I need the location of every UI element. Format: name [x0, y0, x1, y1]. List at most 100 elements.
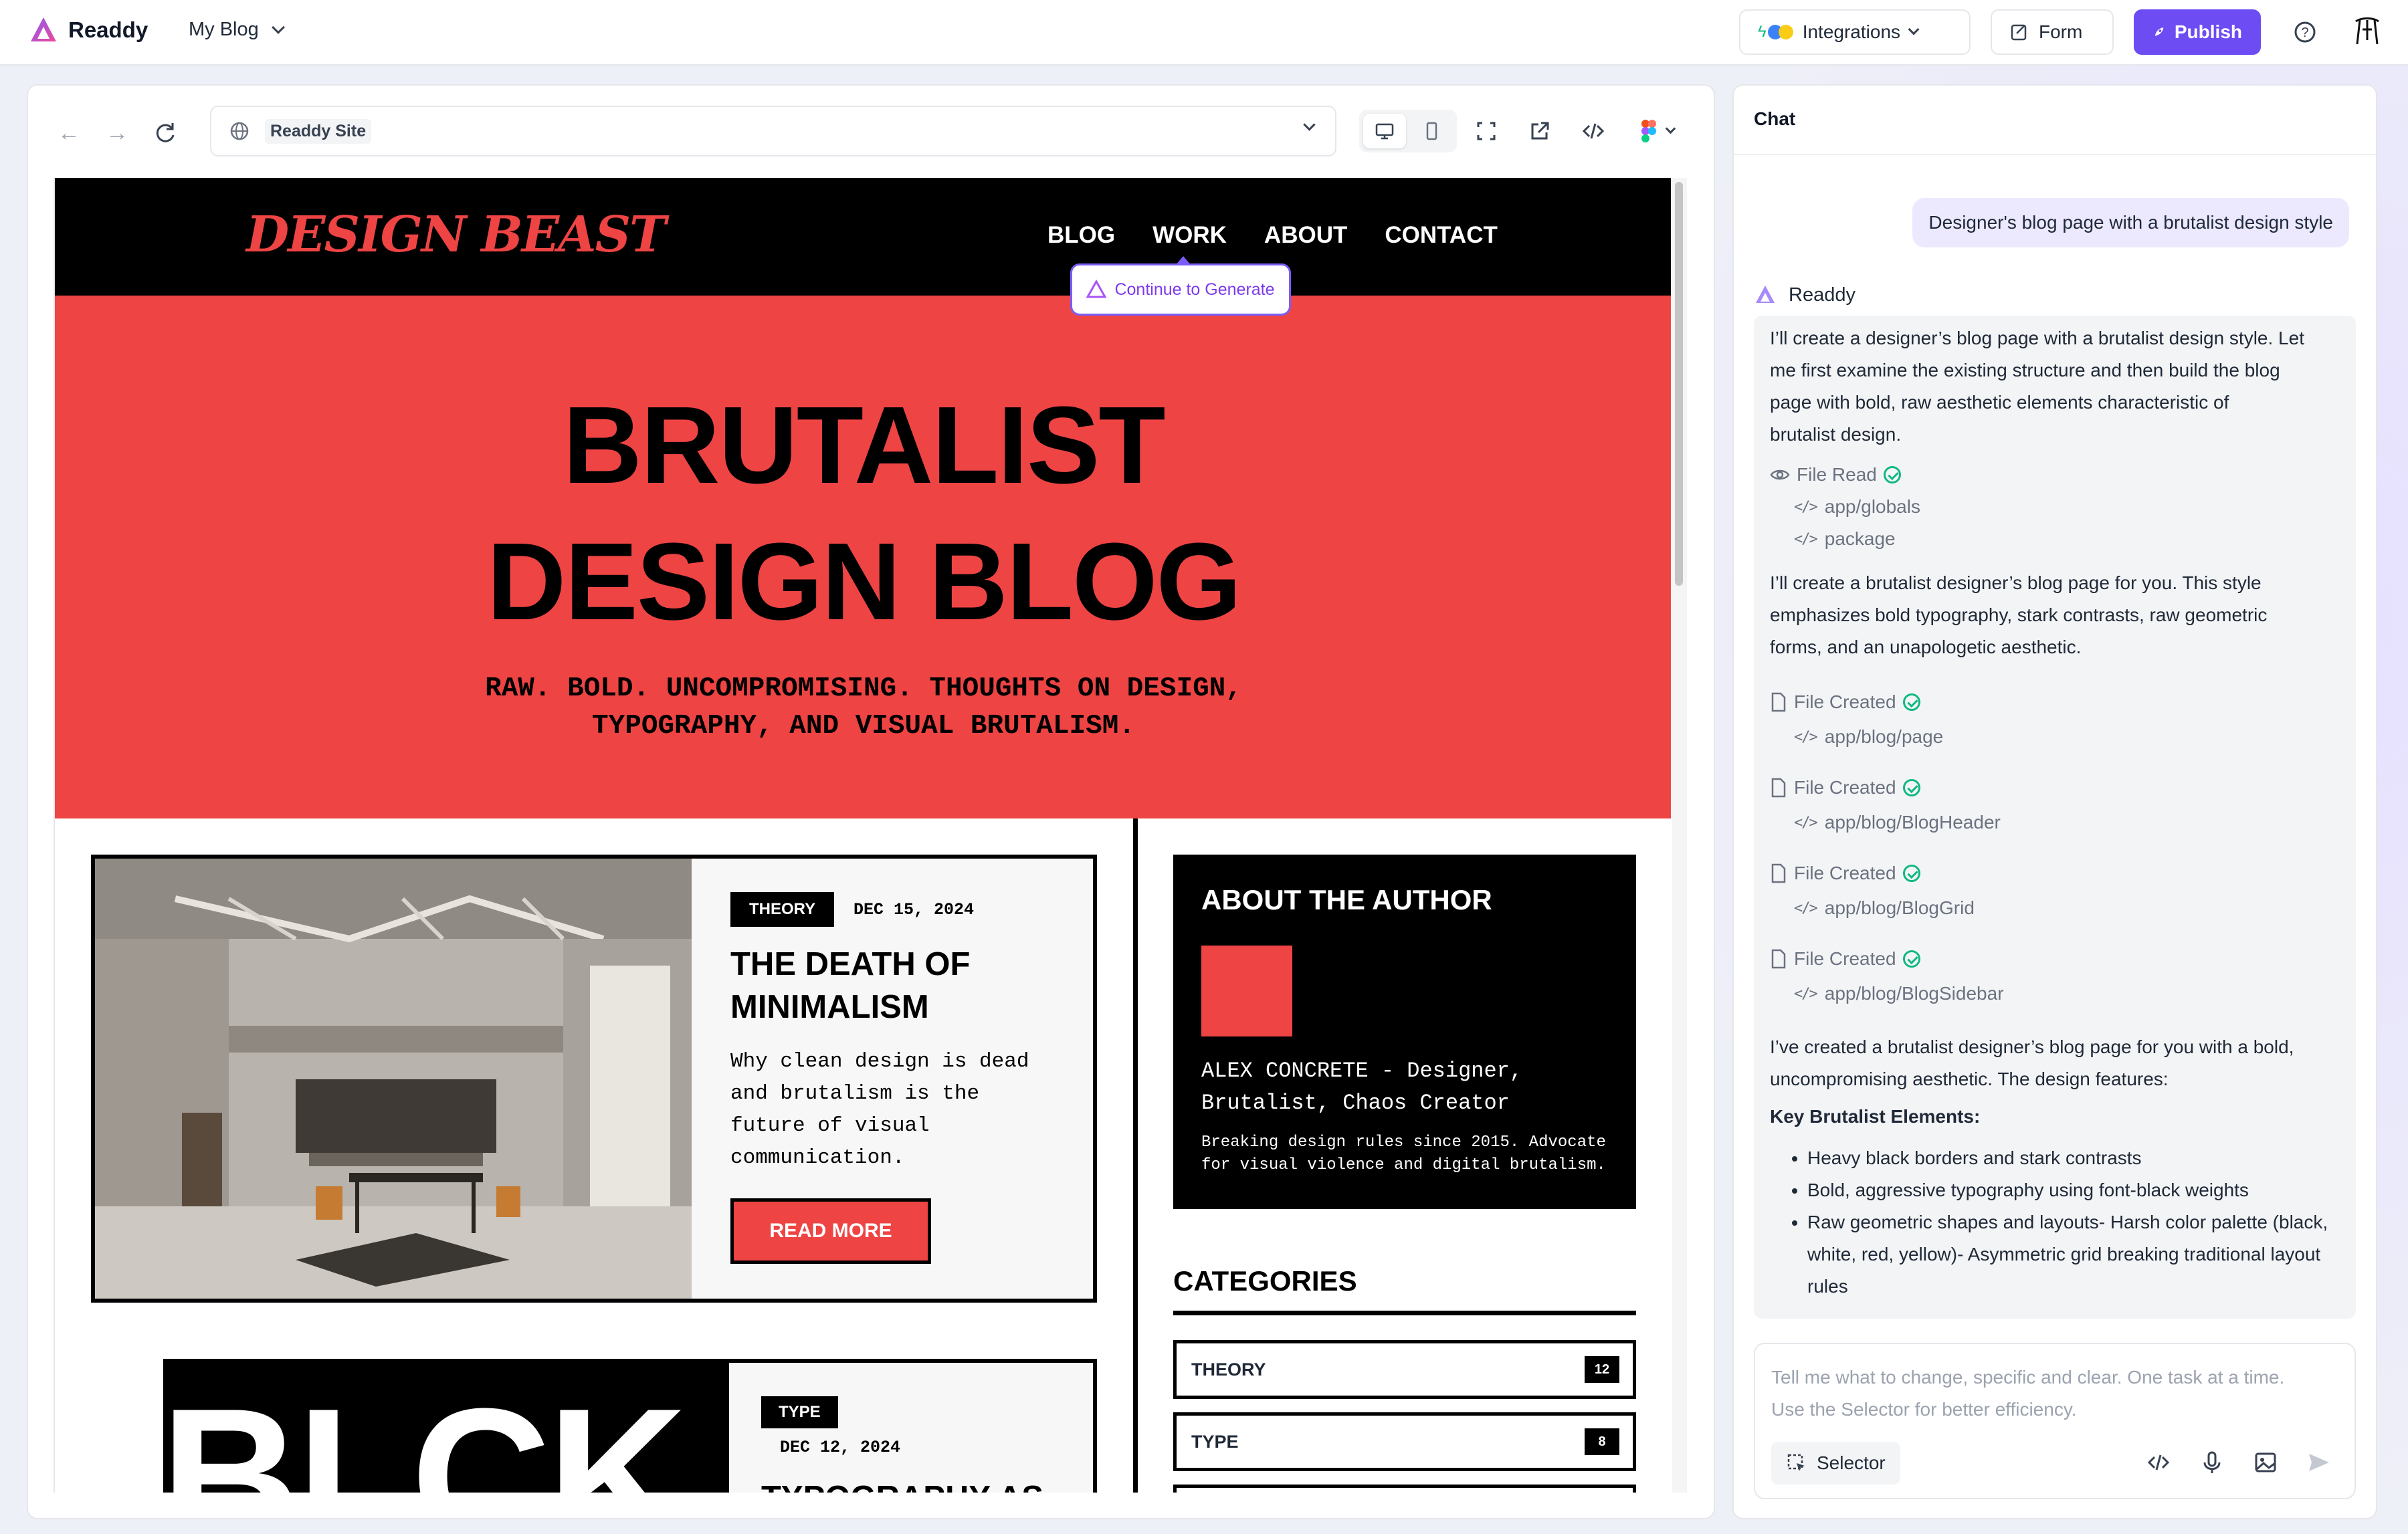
- reply-line: uncompromising aesthetic. The design fea…: [1770, 1069, 2169, 1089]
- reply-middle: I’ll create a brutalist designer’s blog …: [1770, 567, 2338, 663]
- nav-link-work[interactable]: WORK: [1152, 222, 1227, 249]
- form-icon: [2011, 24, 2027, 41]
- reply-line: page with bold, raw aesthetic elements c…: [1770, 392, 2229, 413]
- author-name-line1: ALEX CONCRETE - Designer,: [1201, 1059, 1523, 1083]
- image-icon[interactable]: [2249, 1446, 2282, 1479]
- nav-link-contact[interactable]: CONTACT: [1385, 222, 1498, 249]
- file-item[interactable]: </> app/blog/BlogGrid: [1794, 897, 1975, 919]
- file-path: app/blog/BlogHeader: [1824, 812, 2001, 833]
- file-item[interactable]: </> app/blog/BlogSidebar: [1794, 983, 2004, 1004]
- post-tag[interactable]: THEORY: [730, 892, 835, 927]
- mobile-icon: [1426, 122, 1437, 140]
- project-name: My Blog: [189, 19, 259, 40]
- site-logo[interactable]: DESIGN BEAST: [246, 206, 666, 263]
- bot-reply: I’ll create a designer’s blog page with …: [1754, 316, 2356, 1319]
- selector-label: Selector: [1817, 1452, 1886, 1473]
- file-icon: [1771, 863, 1786, 883]
- category-item[interactable]: [1173, 1485, 1636, 1493]
- code-icon[interactable]: [1577, 115, 1609, 147]
- file-item[interactable]: </> app/blog/page: [1794, 726, 1943, 748]
- chevron-down-icon[interactable]: [1303, 118, 1316, 131]
- code-icon[interactable]: [2142, 1446, 2175, 1479]
- url-bar[interactable]: Readdy Site: [210, 106, 1336, 156]
- check-circle-icon: [1902, 779, 1920, 796]
- composer-placeholder[interactable]: Tell me what to change, specific and cle…: [1771, 1361, 2340, 1426]
- chat-composer[interactable]: Tell me what to change, specific and cle…: [1754, 1343, 2356, 1499]
- chevron-down-icon: [1908, 23, 1920, 35]
- svg-text:?: ?: [2301, 25, 2308, 40]
- author-avatar: [1201, 946, 1292, 1036]
- scrollbar-thumb[interactable]: [1675, 182, 1683, 586]
- file-path: app/blog/page: [1824, 726, 1944, 747]
- project-switcher[interactable]: My Blog: [189, 19, 285, 41]
- hero-title-line1: BRUTALIST: [563, 384, 1165, 506]
- microphone-icon[interactable]: [2195, 1446, 2229, 1479]
- nav-link-about[interactable]: ABOUT: [1264, 222, 1347, 249]
- reload-icon[interactable]: [150, 118, 181, 148]
- generate-label: Continue to Generate: [1114, 280, 1275, 299]
- eye-icon: [1770, 469, 1790, 480]
- file-path: package: [1824, 528, 1896, 549]
- figma-button[interactable]: [1633, 115, 1680, 147]
- desktop-icon: [1375, 123, 1394, 140]
- code-icon: </>: [1794, 985, 1818, 1002]
- reply-intro: I’ll create a designer’s blog page with …: [1770, 322, 2338, 451]
- category-item-theory[interactable]: THEORY 12: [1173, 1340, 1636, 1399]
- file-created-label: File Created: [1794, 948, 1896, 969]
- user-message: Designer's blog page with a brutalist de…: [1912, 198, 2349, 247]
- reply-line: emphasizes bold typography, stark contra…: [1770, 605, 2268, 625]
- elements-heading: Key Brutalist Elements:: [1770, 1106, 1981, 1127]
- bot-header: Readdy: [1754, 284, 1855, 306]
- form-button[interactable]: Form: [1991, 9, 2114, 55]
- hero-title-line2: DESIGN BLOG: [486, 520, 1241, 643]
- list-item: Raw geometric shapes and layouts- Harsh …: [1807, 1206, 2329, 1303]
- send-icon[interactable]: [2302, 1446, 2336, 1479]
- open-external-icon[interactable]: [1524, 115, 1556, 147]
- back-icon[interactable]: ←: [54, 118, 84, 148]
- help-icon[interactable]: ?: [2290, 17, 2320, 47]
- file-item[interactable]: </> app/blog/BlogHeader: [1794, 812, 2001, 833]
- reply-line: I’ve created a brutalist designer’s blog…: [1770, 1036, 2294, 1057]
- post-title[interactable]: THE DEATH OF MINIMALISM: [730, 943, 970, 1028]
- post-title-line1[interactable]: TYPOGRAPHY AS: [761, 1476, 1043, 1493]
- reply-line: forms, and an unapologetic aesthetic.: [1770, 637, 2082, 657]
- post-image-concrete-interior: [95, 859, 692, 1299]
- check-circle-icon: [1902, 693, 1920, 711]
- post-date: DEC 15, 2024: [854, 900, 975, 919]
- fullscreen-icon[interactable]: [1470, 115, 1502, 147]
- reply-line: brutalist design.: [1770, 424, 1902, 445]
- integrations-button[interactable]: ϟ Integrations: [1739, 9, 1971, 55]
- globe-icon: [230, 122, 249, 140]
- brand[interactable]: Readdy: [28, 15, 148, 45]
- publish-button[interactable]: Publish: [2134, 9, 2261, 55]
- category-name: TYPE: [1191, 1431, 1239, 1452]
- hero-subtitle-line2: TYPOGRAPHY, AND VISUAL BRUTALISM.: [592, 711, 1135, 742]
- excerpt-line: communication.: [730, 1146, 905, 1170]
- hero-subtitle-line1: RAW. BOLD. UNCOMPROMISING. THOUGHTS ON D…: [485, 673, 1242, 704]
- desktop-view-button[interactable]: [1363, 114, 1406, 148]
- forward-icon[interactable]: →: [102, 118, 132, 148]
- preview-scrollbar[interactable]: [1672, 178, 1687, 1493]
- hero-section: BRUTALIST DESIGN BLOG RAW. BOLD. UNCOMPR…: [55, 296, 1671, 818]
- category-item-type[interactable]: TYPE 8: [1173, 1412, 1636, 1471]
- selector-button[interactable]: Selector: [1771, 1442, 1900, 1485]
- post-card[interactable]: BLCK TYPE DEC 12, 2024 TYPOGRAPHY AS: [163, 1359, 1097, 1493]
- code-icon: </>: [1794, 498, 1818, 516]
- url-label: Readdy Site: [265, 118, 372, 144]
- file-item[interactable]: </> package: [1794, 528, 1896, 550]
- category-name: THEORY: [1191, 1359, 1266, 1380]
- avatar[interactable]: [2349, 13, 2385, 49]
- mobile-view-button[interactable]: [1410, 114, 1453, 148]
- file-created-status: File Created: [1770, 948, 1920, 970]
- post-tag[interactable]: TYPE: [761, 1396, 838, 1428]
- post-date: DEC 12, 2024: [780, 1438, 901, 1457]
- read-more-button[interactable]: READ MORE: [730, 1198, 931, 1264]
- author-bio-line1: Breaking design rules since 2015. Advoca…: [1201, 1133, 1606, 1152]
- continue-to-generate-button[interactable]: Continue to Generate: [1070, 256, 1291, 316]
- chat-title: Chat: [1754, 108, 1796, 129]
- nav-link-blog[interactable]: BLOG: [1047, 222, 1115, 249]
- post-card[interactable]: THEORY DEC 15, 2024 THE DEATH OF MINIMAL…: [91, 855, 1097, 1303]
- file-item[interactable]: </> app/globals: [1794, 496, 1920, 518]
- post-excerpt: Why clean design is dead and brutalism i…: [730, 1046, 1029, 1174]
- file-created-label: File Created: [1794, 691, 1896, 712]
